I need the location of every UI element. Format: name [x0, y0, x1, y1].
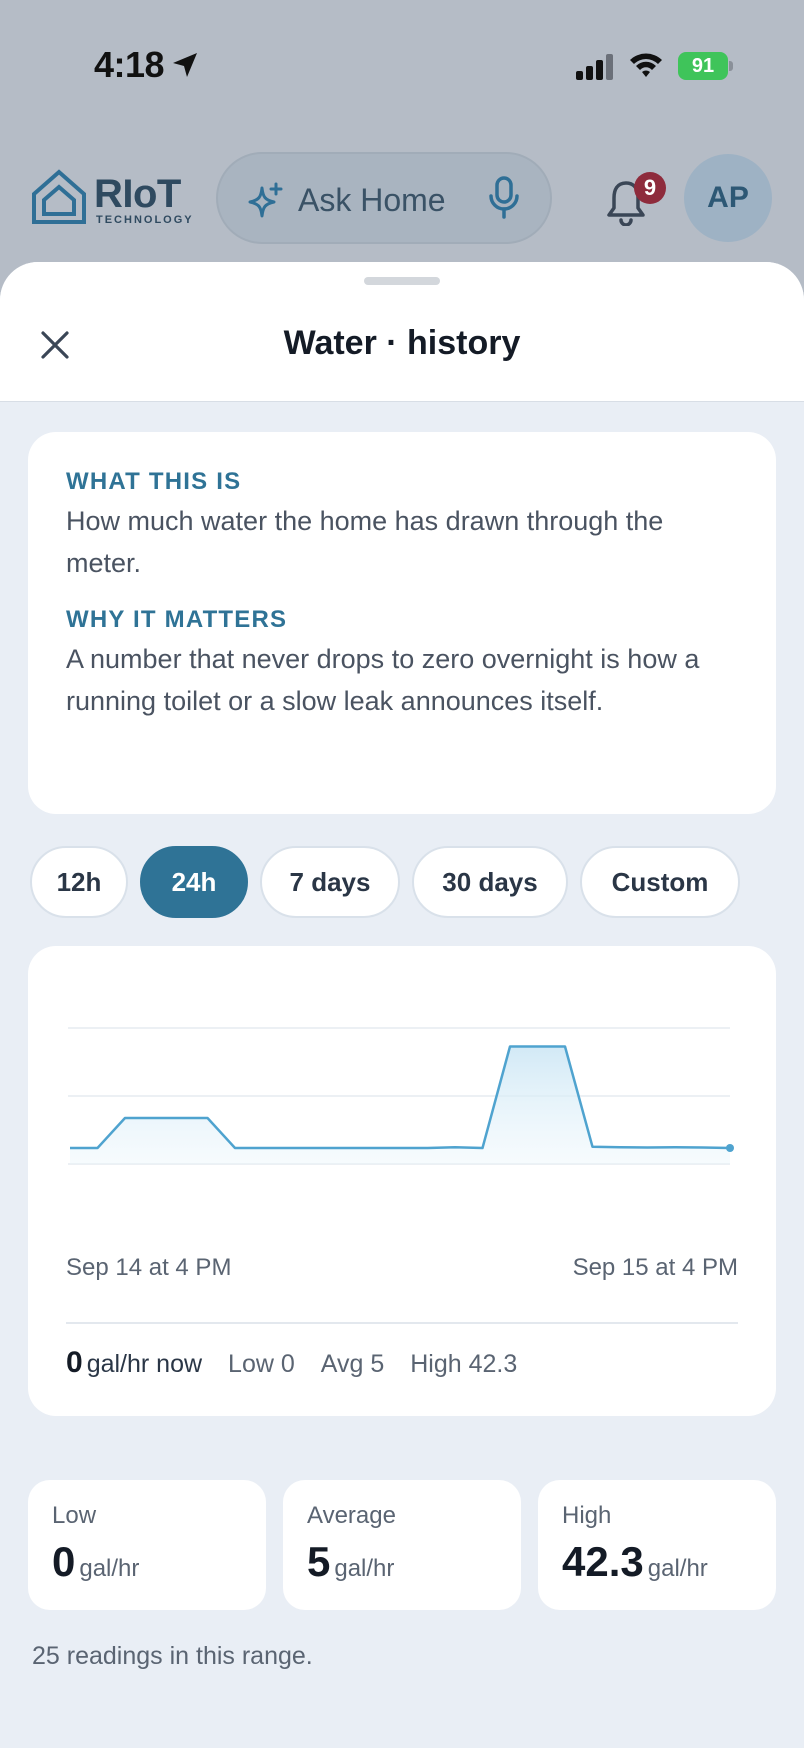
range-chip-24h[interactable]: 24h [140, 846, 248, 918]
stat-value: 0 [52, 1538, 76, 1585]
user-avatar[interactable]: AP [684, 154, 772, 242]
ask-home-label: Ask Home [298, 182, 446, 218]
range-chip-12h[interactable]: 12h [30, 846, 128, 918]
riot-logo[interactable]: RIoT TECHNOLOGY [30, 168, 192, 228]
stat-value: 42.3 [562, 1538, 644, 1585]
logo-subtitle: TECHNOLOGY [96, 214, 194, 226]
chart-card: Sep 14 at 4 PM Sep 15 at 4 PM 0 gal/hr no… [28, 946, 776, 1416]
chart-summary: 0 gal/hr now Low 0 Avg 5 High 42.3 [66, 1346, 517, 1380]
notification-badge: 9 [634, 172, 666, 204]
sheet-header: Water · history [0, 262, 804, 402]
microphone-icon[interactable] [486, 176, 522, 220]
stat-label: Low [52, 1502, 97, 1529]
readings-footnote: 25 readings in this range. [32, 1642, 313, 1670]
notifications-button[interactable]: 9 [600, 172, 666, 232]
time-range-selector: 12h 24h 7 days 30 days Custom [30, 846, 790, 918]
logo-wordmark: RIoT [94, 172, 181, 216]
sheet-grabber[interactable] [364, 277, 440, 285]
stat-card-low: Low 0 gal/hr [28, 1480, 266, 1610]
wifi-icon [630, 53, 662, 77]
stat-unit: gal/hr [334, 1555, 395, 1582]
why-heading: WHY IT MATTERS [66, 606, 288, 633]
location-arrow-icon [173, 53, 197, 77]
stat-label: High [562, 1502, 612, 1529]
status-time: 4:18 [94, 44, 165, 85]
x-axis-start-label: Sep 14 at 4 PM [66, 1254, 232, 1281]
app-header: RIoT TECHNOLOGY Ask Home 9 AP [0, 150, 804, 250]
stat-value: 5 [307, 1538, 331, 1585]
summary-low: Low 0 [228, 1350, 295, 1378]
battery-level: 91 [678, 52, 728, 80]
cell-signal-icon [576, 54, 613, 80]
stat-card-average: Average 5 gal/hr [283, 1480, 521, 1610]
sparkle-icon [248, 182, 283, 218]
stat-label: Average [307, 1502, 396, 1529]
x-axis-end-label: Sep 15 at 4 PM [572, 1254, 738, 1281]
range-chip-7-days[interactable]: 7 days [260, 846, 400, 918]
water-usage-chart[interactable] [28, 946, 776, 1246]
sheet-title: Water · history [283, 324, 521, 362]
stat-unit: gal/hr [647, 1555, 708, 1582]
history-sheet: Water · history WHAT THIS IS How much wa… [0, 262, 804, 1748]
battery-indicator: 91 [678, 52, 733, 80]
why-body: A number that never drops to zero overni… [66, 644, 700, 716]
what-heading: WHAT THIS IS [66, 468, 242, 495]
chart-divider [66, 1322, 738, 1324]
status-bar: 4:18 91 [0, 0, 804, 130]
summary-avg: Avg 5 [320, 1350, 385, 1378]
info-card: WHAT THIS IS How much water the home has… [28, 432, 776, 814]
stat-card-high: High 42.3 gal/hr [538, 1480, 776, 1610]
summary-now-value: 0 [66, 1346, 83, 1379]
what-body: How much water the home has drawn throug… [66, 506, 664, 578]
range-chip-custom[interactable]: Custom [580, 846, 740, 918]
house-logo-icon [32, 169, 86, 224]
stat-unit: gal/hr [79, 1555, 140, 1582]
range-chip-30-days[interactable]: 30 days [412, 846, 568, 918]
data-point [726, 1144, 734, 1152]
summary-high: High 42.3 [410, 1350, 518, 1378]
ask-home-button[interactable]: Ask Home [216, 152, 552, 244]
battery-nub [729, 61, 733, 71]
summary-now-unit: gal/hr now [86, 1350, 203, 1378]
